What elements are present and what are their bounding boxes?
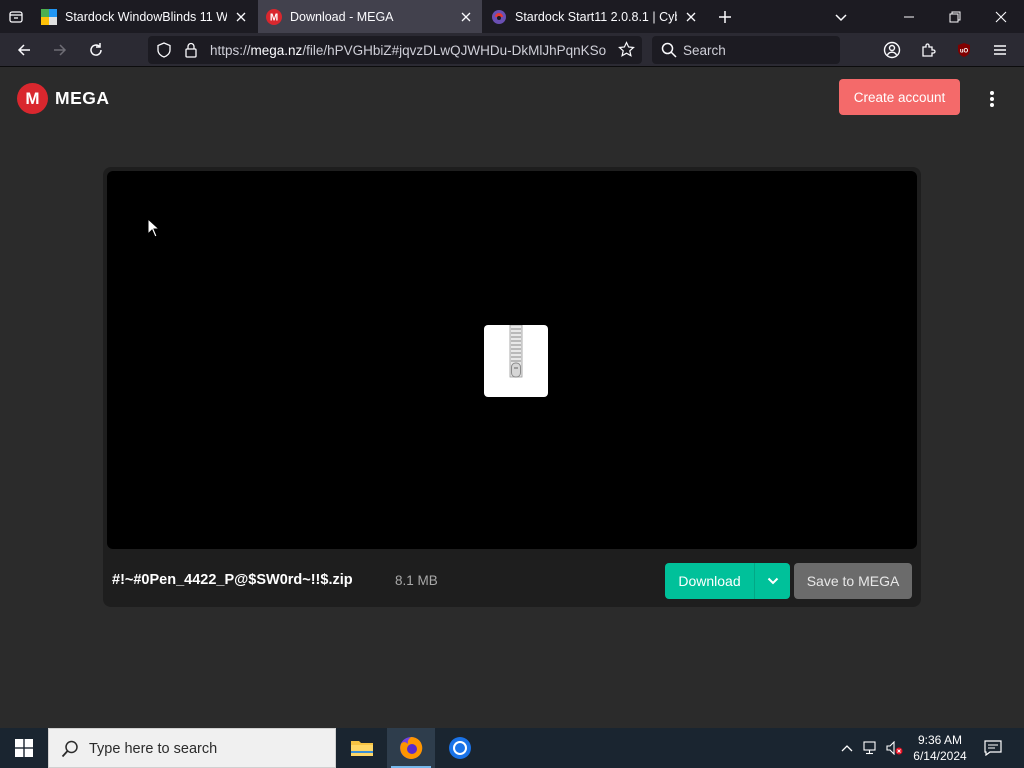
mega-logo[interactable]: M MEGA: [17, 83, 110, 114]
taskbar-search-box[interactable]: Type here to search: [48, 728, 336, 768]
reload-icon: [90, 43, 102, 56]
forward-button[interactable]: [46, 36, 74, 64]
windows-taskbar: Type here to search 9:36 AM 6/14/2024: [0, 728, 1024, 768]
download-options-button[interactable]: [755, 563, 790, 599]
network-icon: [863, 741, 876, 755]
action-center-button[interactable]: [980, 728, 1006, 768]
url-path: /file/hPVGHbiZ#jqvzDLwQJWHDu-DkMlJhPqnKS…: [302, 43, 607, 58]
chevron-up-icon: [841, 745, 853, 752]
puzzle-icon: [922, 43, 936, 57]
search-icon: [661, 42, 677, 63]
clock-time: 9:36 AM: [917, 733, 963, 747]
close-tab-icon[interactable]: [458, 9, 474, 25]
start-button[interactable]: [0, 728, 48, 768]
cyber-favicon: [491, 9, 507, 25]
search-input[interactable]: Search: [683, 43, 726, 58]
tab-title: Download - MEGA: [290, 9, 394, 24]
close-window-button[interactable]: [978, 0, 1024, 33]
file-name: #!~#0Pen_4422_P@$SW0rd~!!$.zip: [112, 572, 353, 588]
taskbar-search-placeholder: Type here to search: [89, 741, 218, 757]
search-bar[interactable]: Search: [652, 36, 840, 64]
back-button[interactable]: [10, 36, 38, 64]
system-clock[interactable]: 9:36 AM 6/14/2024: [908, 732, 972, 764]
firefox-taskbar-button[interactable]: [387, 728, 435, 768]
extensions-button[interactable]: [914, 36, 942, 64]
account-button[interactable]: [878, 36, 906, 64]
tab-stardock-start11[interactable]: Stardock Start11 2.0.8.1 | CyberM: [483, 0, 707, 33]
bookmark-star-icon[interactable]: [618, 41, 635, 63]
chrome-taskbar-button[interactable]: [436, 728, 484, 768]
url-host: mega.nz: [250, 43, 303, 58]
kebab-menu-icon: [990, 91, 994, 107]
back-arrow-icon: [17, 44, 30, 56]
stardock-favicon: [41, 8, 57, 25]
tracking-protection-shield-icon[interactable]: [156, 42, 172, 63]
folder-icon: [351, 741, 373, 756]
file-size: 8.1 MB: [395, 573, 438, 588]
tab-strip: Stardock WindowBlinds 11 With M Download…: [0, 0, 1024, 33]
more-options-button[interactable]: [982, 88, 1002, 110]
tab-download-mega[interactable]: M Download - MEGA: [258, 0, 482, 33]
new-tab-button[interactable]: [712, 0, 738, 33]
tab-stardock-windowblinds[interactable]: Stardock WindowBlinds 11 With: [33, 0, 257, 33]
account-icon: [883, 41, 901, 59]
tab-list-button[interactable]: [0, 0, 32, 33]
chevron-down-icon: [767, 577, 778, 585]
close-icon: [995, 11, 1007, 22]
mega-logo-text: MEGA: [55, 88, 110, 108]
create-account-button[interactable]: Create account: [839, 79, 960, 115]
file-info-row: #!~#0Pen_4422_P@$SW0rd~!!$.zip 8.1 MB Do…: [103, 553, 921, 607]
lock-icon[interactable]: [184, 42, 198, 63]
network-button[interactable]: [860, 728, 882, 768]
file-card: #!~#0Pen_4422_P@$SW0rd~!!$.zip 8.1 MB Do…: [103, 167, 921, 607]
tab-list-icon: [9, 10, 23, 23]
zip-file-icon: [484, 324, 548, 397]
chrome-icon: [449, 737, 471, 759]
list-all-tabs-button[interactable]: [828, 0, 854, 33]
volume-muted-icon: [886, 741, 903, 755]
firefox-icon: [400, 736, 423, 759]
svg-text:uO: uO: [960, 49, 969, 55]
navigation-toolbar: https://mega.nz/file/hPVGHbiZ#jqvzDLwQJW…: [0, 33, 1024, 67]
hamburger-menu-icon: [994, 45, 1006, 55]
minimize-icon: [904, 16, 914, 17]
clock-date: 6/14/2024: [913, 749, 967, 763]
mega-favicon: M: [266, 8, 282, 25]
file-preview: [107, 171, 917, 549]
restore-icon: [949, 11, 961, 22]
browser-window: Stardock WindowBlinds 11 With M Download…: [0, 0, 1024, 728]
download-button-group: Download: [665, 563, 790, 599]
tab-title: Stardock Start11 2.0.8.1 | CyberM: [515, 9, 677, 24]
minimize-button[interactable]: [886, 0, 932, 33]
mega-page: M MEGA Create account #!~#0Pen_4422_P@$S…: [0, 68, 1024, 728]
save-to-mega-button[interactable]: Save to MEGA: [794, 563, 912, 599]
notification-icon: [984, 740, 1002, 756]
show-hidden-icons-button[interactable]: [836, 728, 858, 768]
mega-logo-badge: M: [17, 83, 48, 114]
close-tab-icon[interactable]: [233, 9, 249, 25]
chevron-down-icon: [835, 13, 847, 21]
tab-title: Stardock WindowBlinds 11 With: [65, 9, 227, 24]
url-bar[interactable]: https://mega.nz/file/hPVGHbiZ#jqvzDLwQJW…: [148, 36, 642, 64]
svg-text:M: M: [270, 12, 278, 23]
mouse-cursor-icon: [147, 218, 161, 238]
windows-logo-icon: [15, 739, 33, 757]
search-icon: [61, 740, 79, 763]
forward-arrow-icon: [54, 44, 67, 56]
restore-button[interactable]: [932, 0, 978, 33]
url-text[interactable]: https://mega.nz/file/hPVGHbiZ#jqvzDLwQJW…: [210, 43, 608, 58]
ublock-origin-button[interactable]: uO: [950, 36, 978, 64]
close-tab-icon[interactable]: [683, 9, 699, 25]
plus-icon: [719, 10, 731, 23]
volume-button[interactable]: [884, 728, 906, 768]
url-scheme: https://: [210, 43, 251, 58]
app-menu-button[interactable]: [986, 36, 1014, 64]
ublock-origin-icon: uO: [958, 43, 970, 57]
reload-button[interactable]: [82, 36, 110, 64]
download-button[interactable]: Download: [665, 563, 755, 599]
file-explorer-taskbar-button[interactable]: [338, 728, 386, 768]
